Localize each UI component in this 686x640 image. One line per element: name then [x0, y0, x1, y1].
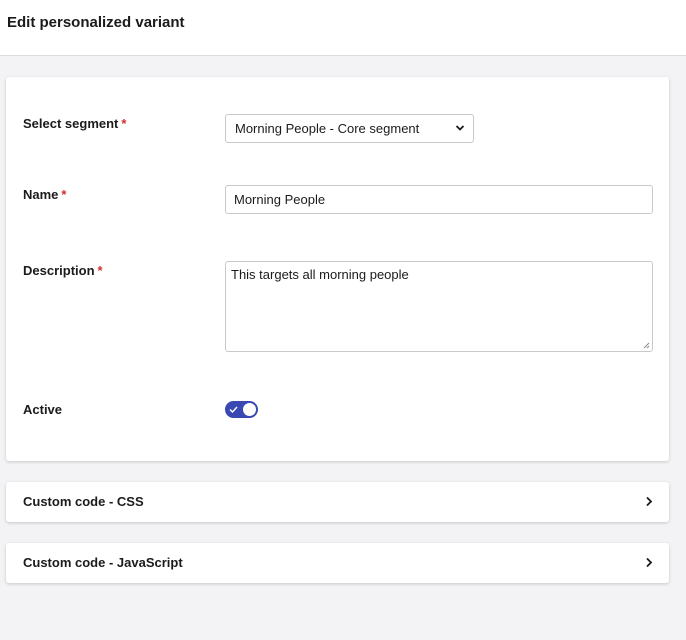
active-label: Active — [23, 402, 63, 417]
toggle-knob — [243, 403, 256, 416]
chevron-right-icon — [646, 496, 653, 507]
segment-label: Select segment * — [23, 116, 127, 131]
name-label: Name * — [23, 187, 67, 202]
required-marker: * — [121, 116, 127, 131]
page-header: Edit personalized variant — [0, 0, 686, 56]
required-marker: * — [97, 263, 103, 278]
accordion-custom-javascript[interactable]: Custom code - JavaScript — [6, 543, 669, 583]
segment-select-value: Morning People - Core segment — [235, 121, 420, 136]
chevron-right-icon — [646, 557, 653, 568]
name-input[interactable]: Morning People — [225, 185, 653, 214]
accordion-title: Custom code - CSS — [23, 494, 144, 509]
description-textarea-value: This targets all morning people — [231, 267, 409, 282]
accordion-custom-css[interactable]: Custom code - CSS — [6, 482, 669, 522]
check-icon — [229, 406, 238, 414]
description-label: Description * — [23, 263, 103, 278]
segment-select[interactable]: Morning People - Core segment — [225, 114, 474, 143]
required-marker: * — [61, 187, 67, 202]
chevron-down-icon — [455, 125, 465, 131]
resize-grip-icon[interactable] — [643, 342, 650, 349]
description-textarea[interactable]: This targets all morning people — [225, 261, 653, 352]
page-title: Edit personalized variant — [7, 14, 185, 31]
active-toggle[interactable] — [225, 401, 258, 418]
name-input-value: Morning People — [234, 192, 326, 207]
variant-form-card: Select segment * Morning People - Core se… — [6, 77, 669, 461]
accordion-title: Custom code - JavaScript — [23, 555, 183, 570]
